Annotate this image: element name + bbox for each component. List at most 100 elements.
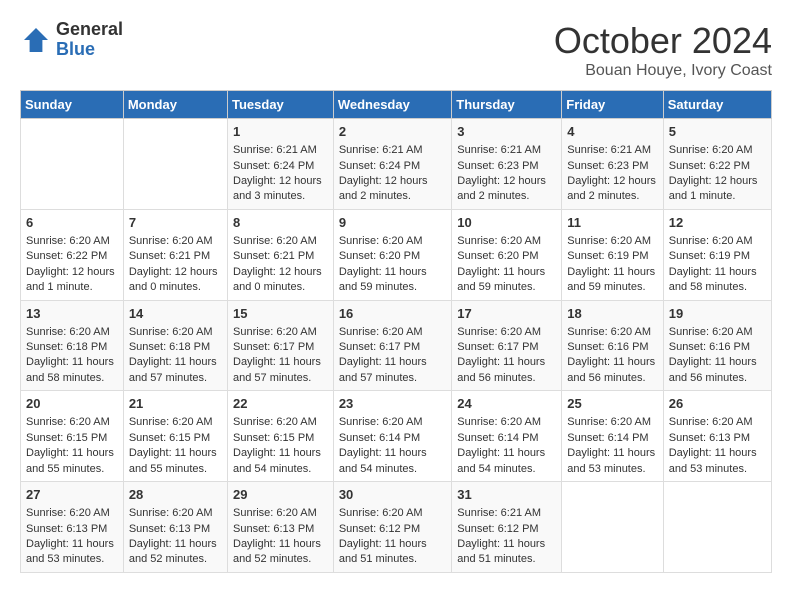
cell-content-line: Sunset: 6:23 PM [457, 159, 556, 174]
calendar-table: SundayMondayTuesdayWednesdayThursdayFrid… [20, 90, 772, 573]
cell-content-line: Sunrise: 6:20 AM [233, 506, 328, 521]
cell-content-line: Sunset: 6:23 PM [567, 159, 657, 174]
cell-content-line: Sunrise: 6:20 AM [457, 234, 556, 249]
cell-content-line: Sunrise: 6:20 AM [129, 234, 222, 249]
calendar-cell: 7Sunrise: 6:20 AMSunset: 6:21 PMDaylight… [123, 209, 227, 300]
cell-content-line: Daylight: 12 hours and 0 minutes. [129, 265, 222, 296]
cell-content-line: Daylight: 12 hours and 1 minute. [669, 174, 766, 205]
day-number: 11 [567, 214, 657, 232]
cell-content-line: Daylight: 11 hours and 55 minutes. [129, 446, 222, 477]
cell-content-line: Sunrise: 6:21 AM [233, 143, 328, 158]
day-number: 10 [457, 214, 556, 232]
day-number: 21 [129, 395, 222, 413]
calendar-cell: 2Sunrise: 6:21 AMSunset: 6:24 PMDaylight… [333, 119, 451, 210]
cell-content-line: Sunset: 6:17 PM [457, 340, 556, 355]
logo-general: General [56, 20, 123, 40]
cell-content-line: Sunset: 6:12 PM [339, 522, 446, 537]
header-sunday: Sunday [21, 91, 124, 119]
logo-icon [20, 24, 52, 56]
cell-content-line: Sunrise: 6:20 AM [457, 415, 556, 430]
cell-content-line: Sunset: 6:14 PM [567, 431, 657, 446]
day-number: 27 [26, 486, 118, 504]
calendar-cell: 12Sunrise: 6:20 AMSunset: 6:19 PMDayligh… [663, 209, 771, 300]
cell-content-line: Sunset: 6:20 PM [339, 249, 446, 264]
day-number: 12 [669, 214, 766, 232]
day-number: 5 [669, 123, 766, 141]
day-number: 31 [457, 486, 556, 504]
cell-content-line: Daylight: 11 hours and 59 minutes. [457, 265, 556, 296]
cell-content-line: Sunrise: 6:20 AM [129, 415, 222, 430]
cell-content-line: Sunrise: 6:20 AM [26, 234, 118, 249]
calendar-cell: 18Sunrise: 6:20 AMSunset: 6:16 PMDayligh… [562, 300, 663, 391]
calendar-week-row: 1Sunrise: 6:21 AMSunset: 6:24 PMDaylight… [21, 119, 772, 210]
calendar-cell: 13Sunrise: 6:20 AMSunset: 6:18 PMDayligh… [21, 300, 124, 391]
cell-content-line: Sunrise: 6:21 AM [457, 506, 556, 521]
cell-content-line: Sunset: 6:17 PM [339, 340, 446, 355]
cell-content-line: Sunrise: 6:20 AM [233, 415, 328, 430]
day-number: 19 [669, 305, 766, 323]
cell-content-line: Sunset: 6:15 PM [26, 431, 118, 446]
cell-content-line: Daylight: 11 hours and 51 minutes. [339, 537, 446, 568]
cell-content-line: Sunrise: 6:20 AM [26, 325, 118, 340]
day-number: 22 [233, 395, 328, 413]
cell-content-line: Daylight: 11 hours and 56 minutes. [669, 355, 766, 386]
header-monday: Monday [123, 91, 227, 119]
logo: General Blue [20, 20, 123, 60]
calendar-cell: 5Sunrise: 6:20 AMSunset: 6:22 PMDaylight… [663, 119, 771, 210]
cell-content-line: Sunset: 6:17 PM [233, 340, 328, 355]
cell-content-line: Daylight: 12 hours and 2 minutes. [339, 174, 446, 205]
calendar-cell: 1Sunrise: 6:21 AMSunset: 6:24 PMDaylight… [228, 119, 334, 210]
cell-content-line: Daylight: 11 hours and 52 minutes. [233, 537, 328, 568]
calendar-cell: 31Sunrise: 6:21 AMSunset: 6:12 PMDayligh… [452, 482, 562, 573]
header-tuesday: Tuesday [228, 91, 334, 119]
cell-content-line: Daylight: 11 hours and 57 minutes. [129, 355, 222, 386]
calendar-cell: 26Sunrise: 6:20 AMSunset: 6:13 PMDayligh… [663, 391, 771, 482]
calendar-cell: 8Sunrise: 6:20 AMSunset: 6:21 PMDaylight… [228, 209, 334, 300]
cell-content-line: Sunset: 6:22 PM [26, 249, 118, 264]
cell-content-line: Sunset: 6:21 PM [233, 249, 328, 264]
cell-content-line: Sunset: 6:14 PM [457, 431, 556, 446]
cell-content-line: Sunrise: 6:21 AM [567, 143, 657, 158]
cell-content-line: Daylight: 11 hours and 52 minutes. [129, 537, 222, 568]
cell-content-line: Sunrise: 6:20 AM [339, 325, 446, 340]
cell-content-line: Sunrise: 6:21 AM [457, 143, 556, 158]
cell-content-line: Sunset: 6:13 PM [669, 431, 766, 446]
cell-content-line: Daylight: 11 hours and 59 minutes. [339, 265, 446, 296]
cell-content-line: Daylight: 11 hours and 53 minutes. [567, 446, 657, 477]
day-number: 1 [233, 123, 328, 141]
calendar-cell: 21Sunrise: 6:20 AMSunset: 6:15 PMDayligh… [123, 391, 227, 482]
header-friday: Friday [562, 91, 663, 119]
calendar-cell [663, 482, 771, 573]
calendar-cell: 19Sunrise: 6:20 AMSunset: 6:16 PMDayligh… [663, 300, 771, 391]
calendar-cell: 15Sunrise: 6:20 AMSunset: 6:17 PMDayligh… [228, 300, 334, 391]
calendar-cell: 24Sunrise: 6:20 AMSunset: 6:14 PMDayligh… [452, 391, 562, 482]
calendar-cell: 3Sunrise: 6:21 AMSunset: 6:23 PMDaylight… [452, 119, 562, 210]
calendar-cell: 23Sunrise: 6:20 AMSunset: 6:14 PMDayligh… [333, 391, 451, 482]
calendar-cell: 9Sunrise: 6:20 AMSunset: 6:20 PMDaylight… [333, 209, 451, 300]
cell-content-line: Daylight: 12 hours and 0 minutes. [233, 265, 328, 296]
day-number: 3 [457, 123, 556, 141]
cell-content-line: Daylight: 11 hours and 53 minutes. [26, 537, 118, 568]
cell-content-line: Daylight: 12 hours and 3 minutes. [233, 174, 328, 205]
calendar-week-row: 6Sunrise: 6:20 AMSunset: 6:22 PMDaylight… [21, 209, 772, 300]
calendar-cell: 4Sunrise: 6:21 AMSunset: 6:23 PMDaylight… [562, 119, 663, 210]
cell-content-line: Daylight: 11 hours and 54 minutes. [233, 446, 328, 477]
cell-content-line: Sunrise: 6:20 AM [339, 415, 446, 430]
cell-content-line: Sunrise: 6:20 AM [669, 415, 766, 430]
day-number: 24 [457, 395, 556, 413]
month-title: October 2024 [554, 20, 772, 62]
cell-content-line: Sunrise: 6:20 AM [567, 234, 657, 249]
cell-content-line: Sunset: 6:20 PM [457, 249, 556, 264]
calendar-week-row: 27Sunrise: 6:20 AMSunset: 6:13 PMDayligh… [21, 482, 772, 573]
day-number: 17 [457, 305, 556, 323]
cell-content-line: Sunrise: 6:20 AM [233, 234, 328, 249]
day-number: 16 [339, 305, 446, 323]
day-number: 6 [26, 214, 118, 232]
cell-content-line: Sunset: 6:15 PM [233, 431, 328, 446]
cell-content-line: Daylight: 11 hours and 54 minutes. [339, 446, 446, 477]
cell-content-line: Sunrise: 6:20 AM [339, 506, 446, 521]
cell-content-line: Daylight: 11 hours and 57 minutes. [233, 355, 328, 386]
cell-content-line: Sunrise: 6:20 AM [457, 325, 556, 340]
cell-content-line: Sunset: 6:22 PM [669, 159, 766, 174]
calendar-cell [562, 482, 663, 573]
